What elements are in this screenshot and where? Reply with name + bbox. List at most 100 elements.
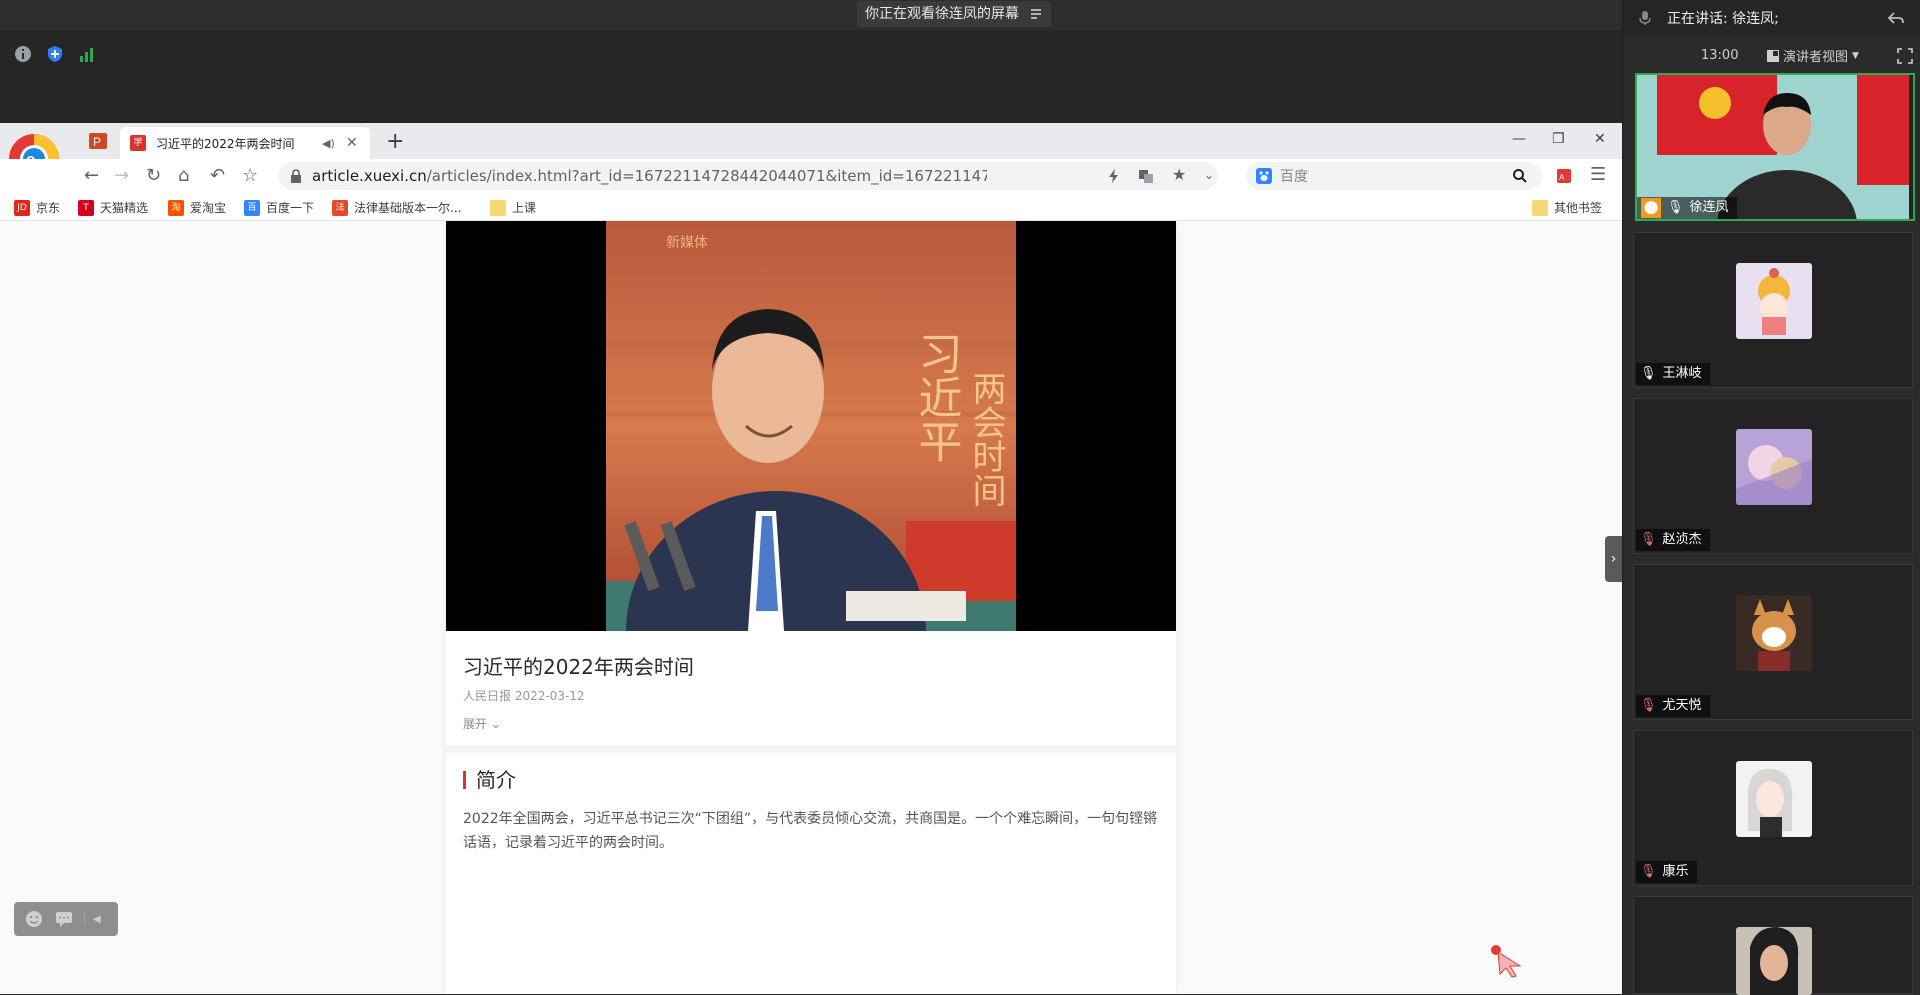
address-bar[interactable]: article.xuexi.cn /articles/index.html?ar… xyxy=(278,162,1218,190)
menu-icon[interactable] xyxy=(1029,7,1043,21)
home-icon[interactable]: ⌂ xyxy=(178,165,189,186)
poster-title-a: 习近平 xyxy=(911,331,962,463)
panel-toggle-handle[interactable]: › xyxy=(1605,536,1622,582)
speaking-text: 正在讲话: 徐连凤; xyxy=(1667,11,1779,27)
browser-toolbar: ← → ↻ ⌂ ↶ ☆ article.xuexi.cn /articles/i… xyxy=(0,159,1622,193)
url-path: /articles/index.html?art_id=167221147284… xyxy=(426,167,987,185)
mic-icon: 🎙 xyxy=(1640,366,1657,381)
speaking-indicator: 正在讲话: 徐连凤; xyxy=(1623,0,1920,36)
bookmark-baidu[interactable]: 百 百度一下 xyxy=(244,199,314,216)
shared-browser-window: P 学 习近平的2022年两会时间 ◀) ✕ + — ❐ ✕ e ← → ↻ ⌂… xyxy=(0,123,1622,994)
emoji-icon[interactable] xyxy=(24,909,44,929)
search-icon[interactable] xyxy=(1512,168,1528,184)
collapse-left-icon[interactable]: ◀ xyxy=(84,913,101,925)
bookmark-jd[interactable]: JD 京东 xyxy=(14,199,60,216)
reply-arrow-icon[interactable] xyxy=(1887,9,1905,27)
svg-text:A: A xyxy=(1559,173,1565,182)
caret-down-icon: ▼ xyxy=(1852,50,1859,61)
translate-icon[interactable] xyxy=(1138,168,1154,184)
participant-tile[interactable]: 🎙 康乐 xyxy=(1633,730,1913,886)
jd-icon: JD xyxy=(14,199,30,216)
meeting-time: 13:00 xyxy=(1701,48,1739,63)
page-content: 习近平 两会时间 新媒体 习近平的2022年两会时间 人民日报 2022-03-… xyxy=(0,221,1622,994)
folder-icon xyxy=(1532,199,1548,216)
poster-title-b: 两会时间 xyxy=(966,371,1006,507)
info-icon[interactable] xyxy=(14,45,32,63)
browser-tab-bar: P 学 习近平的2022年两会时间 ◀) ✕ + — ❐ ✕ xyxy=(0,123,1622,159)
avatar xyxy=(1736,429,1812,505)
participant-tile[interactable]: 🎙 尤天悦 xyxy=(1633,564,1913,720)
tab-title: 习近平的2022年两会时间 xyxy=(156,136,295,151)
pointer-cursor-icon xyxy=(1491,945,1522,978)
new-tab-icon[interactable]: + xyxy=(386,129,404,154)
participant-tile[interactable]: 🎙 赵浈杰 xyxy=(1633,398,1913,554)
folder-icon xyxy=(490,199,506,216)
minimize-icon[interactable]: — xyxy=(1512,131,1526,147)
fullscreen-icon[interactable] xyxy=(1897,48,1913,64)
participant-tile[interactable] xyxy=(1633,896,1913,995)
powerpoint-icon[interactable]: P xyxy=(88,131,108,151)
lightning-icon[interactable] xyxy=(1106,168,1122,184)
bookmark-other[interactable]: 其他书签 xyxy=(1532,199,1602,216)
reload-icon[interactable]: ↻ xyxy=(146,165,161,186)
baidu-paw-icon xyxy=(1256,168,1272,184)
shield-icon[interactable] xyxy=(46,45,64,63)
view-controls: 13:00 演讲者视图 ▼ xyxy=(1623,40,1920,70)
participant-name: 🎙 尤天悦 xyxy=(1636,695,1710,717)
bookmark-folder-class[interactable]: 上课 xyxy=(490,199,536,216)
bookmark-star-icon[interactable]: ★ xyxy=(1172,165,1188,184)
search-placeholder: 百度 xyxy=(1280,169,1308,185)
mic-muted-icon: 🎙 xyxy=(1640,864,1657,879)
presenter-icon: ⬤ xyxy=(1641,198,1661,218)
favorite-star-icon[interactable]: ☆ xyxy=(242,165,258,186)
chevron-down-icon: ⌄ xyxy=(490,717,501,731)
chevron-down-icon[interactable]: ⌄ xyxy=(1204,168,1220,184)
participant-name: 🎙 康乐 xyxy=(1636,861,1697,883)
speaker-icon[interactable]: ◀) xyxy=(322,137,336,150)
tmall-icon: T xyxy=(78,199,94,216)
view-mode-dropdown[interactable]: 演讲者视图 ▼ xyxy=(1767,46,1859,65)
avatar xyxy=(1736,595,1812,671)
bookmark-aitaobao[interactable]: 淘 爱淘宝 xyxy=(168,199,226,216)
screen-share-indicator[interactable]: 你正在观看徐连凤的屏幕 xyxy=(857,1,1051,27)
mic-muted-icon: 🎙 xyxy=(1640,698,1657,713)
search-box[interactable]: 百度 xyxy=(1246,162,1542,190)
avatar xyxy=(1736,263,1812,339)
mic-icon: 🎙 xyxy=(1667,200,1684,215)
undo-close-icon[interactable]: ↶ xyxy=(210,165,225,186)
avatar xyxy=(1736,761,1812,837)
back-icon[interactable]: ← xyxy=(84,165,99,186)
tab-active[interactable]: 学 习近平的2022年两会时间 ◀) ✕ xyxy=(120,127,370,159)
browser-menu-icon[interactable]: ☰ xyxy=(1590,164,1606,185)
mic-muted-icon: 🎙 xyxy=(1640,532,1657,547)
signal-strength-icon[interactable] xyxy=(78,45,96,63)
lock-icon[interactable] xyxy=(290,169,302,183)
participant-tile[interactable]: ⬤ 🎙 徐连凤 xyxy=(1635,73,1915,221)
sharing-text: 你正在观看徐连凤的屏幕 xyxy=(865,6,1019,22)
chat-icon[interactable] xyxy=(54,909,74,929)
pdf-extension-icon[interactable]: A xyxy=(1556,168,1572,184)
section-body: 2022年全国两会，习近平总书记三次“下团组”，与代表委员倾心交流，共商国是。一… xyxy=(463,811,1158,851)
window-close-icon[interactable]: ✕ xyxy=(1594,131,1606,147)
video-poster-image[interactable]: 习近平 两会时间 新媒体 xyxy=(606,221,1016,631)
article-title: 习近平的2022年两会时间 xyxy=(463,655,694,679)
tab-close-icon[interactable]: ✕ xyxy=(346,135,360,151)
restore-icon[interactable]: ❐ xyxy=(1552,131,1565,147)
meeting-top-bar: 你正在观看徐连凤的屏幕 xyxy=(0,0,1622,30)
xuexi-favicon: 学 xyxy=(130,135,146,151)
url-host: article.xuexi.cn xyxy=(312,167,427,185)
bookmark-law[interactable]: 法 法律基础版本一尔... xyxy=(332,199,461,216)
participants-panel: 正在讲话: 徐连凤; 13:00 演讲者视图 ▼ ⬤ 🎙 徐连凤 🎙 王淋岐 🎙… xyxy=(1622,0,1920,995)
article-meta: 人民日报 2022-03-12 xyxy=(463,689,585,703)
video-player[interactable]: 习近平 两会时间 新媒体 xyxy=(446,221,1176,631)
forward-icon[interactable]: → xyxy=(114,165,129,186)
poster-brand: 新媒体 xyxy=(666,235,708,251)
bookmark-tmall[interactable]: T 天猫精选 xyxy=(78,199,148,216)
layout-icon xyxy=(1767,49,1779,62)
baidu-icon: 百 xyxy=(244,199,260,216)
microphone-icon xyxy=(1639,11,1651,25)
participant-name: ⬤ 🎙 徐连凤 xyxy=(1637,197,1737,219)
expand-button[interactable]: 展开 ⌄ xyxy=(463,715,501,732)
participant-tile[interactable]: 🎙 王淋岐 xyxy=(1633,232,1913,388)
participant-name: 🎙 赵浈杰 xyxy=(1636,529,1710,551)
